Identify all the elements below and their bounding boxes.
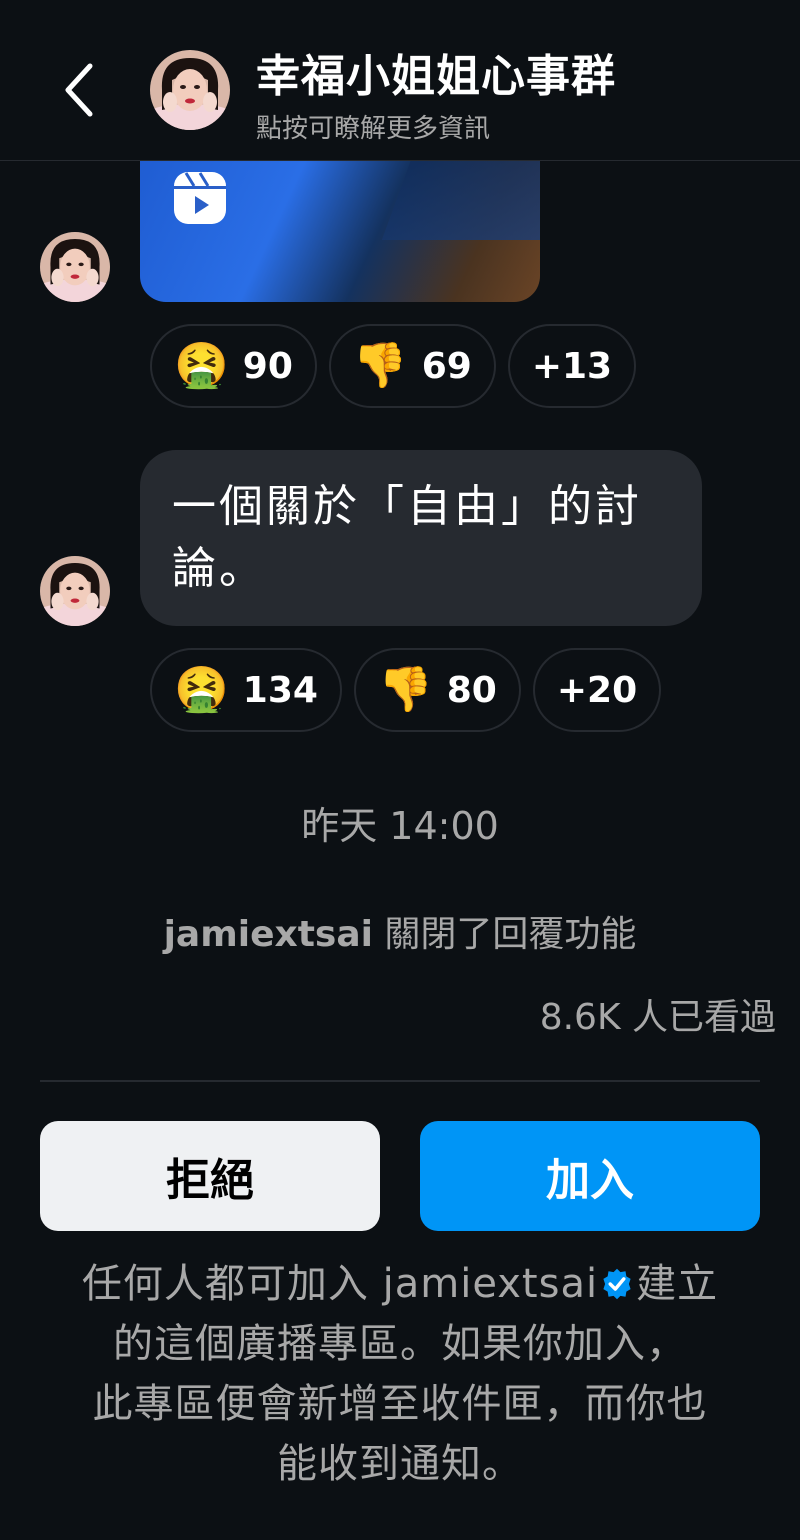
system-message-username[interactable]: jamiextsai <box>164 914 373 955</box>
reaction-bar: 🤮 134 👎 80 +20 <box>150 648 662 732</box>
group-avatar[interactable] <box>150 50 230 130</box>
reaction-thumbs-down[interactable]: 👎 69 <box>328 324 496 408</box>
join-notice: 任何人都可加入 jamiextsai 建立 的這個廣播專區。如果你加入， 此專區便… <box>30 1254 770 1494</box>
reaction-count: 134 <box>242 669 318 711</box>
reaction-more[interactable]: +13 <box>507 324 637 408</box>
group-subtitle[interactable]: 點按可瞭解更多資訊 <box>256 108 490 145</box>
message-text-line: 論。 <box>172 543 266 594</box>
reaction-more-label: +13 <box>531 345 613 387</box>
system-message: jamiextsai 關閉了回覆功能 <box>0 905 800 957</box>
reaction-count: 69 <box>421 345 472 387</box>
vomiting-face-icon: 🤮 <box>174 340 229 391</box>
system-message-text: 關閉了回覆功能 <box>372 914 637 955</box>
reaction-count: 90 <box>242 345 293 387</box>
chevron-left-icon[interactable] <box>52 58 108 122</box>
notice-text: 任何人都可加入 jamiextsai <box>81 1261 599 1307</box>
message-text-line: 一個關於「自由」的討 <box>172 481 642 532</box>
sender-avatar[interactable] <box>40 556 110 626</box>
notice-line: 任何人都可加入 jamiextsai 建立 <box>30 1254 770 1314</box>
sender-avatar[interactable] <box>40 232 110 302</box>
divider <box>40 1080 760 1082</box>
reaction-count: 80 <box>446 669 497 711</box>
chat-header: 幸福小姐姐心事群 點按可瞭解更多資訊 <box>0 0 800 161</box>
reaction-more-label: +20 <box>556 669 638 711</box>
notice-line: 此專區便會新增至收件匣，而你也 <box>92 1381 708 1427</box>
seen-count[interactable]: 8.6K 人已看過 <box>540 988 776 1040</box>
thumbs-down-icon: 👎 <box>352 340 408 391</box>
message-timestamp: 昨天 14:00 <box>301 804 499 848</box>
join-button[interactable]: 加入 <box>420 1121 760 1231</box>
reels-icon <box>172 170 228 226</box>
notice-line: 的這個廣播專區。如果你加入， <box>113 1321 687 1367</box>
thumbs-down-icon: 👎 <box>377 664 433 715</box>
group-title[interactable]: 幸福小姐姐心事群 <box>256 40 616 104</box>
reaction-thumbs-down[interactable]: 👎 80 <box>353 648 521 732</box>
reaction-more[interactable]: +20 <box>532 648 662 732</box>
reaction-vomit[interactable]: 🤮 134 <box>150 648 342 732</box>
decline-button[interactable]: 拒絕 <box>40 1121 380 1231</box>
reaction-vomit[interactable]: 🤮 90 <box>150 324 317 408</box>
message-bubble[interactable]: 一個關於「自由」的討 論。 <box>140 450 702 626</box>
notice-text: 建立 <box>636 1261 719 1307</box>
reaction-bar: 🤮 90 👎 69 +13 <box>150 324 637 408</box>
verified-badge-icon <box>600 1258 634 1300</box>
vomiting-face-icon: 🤮 <box>174 664 229 715</box>
notice-line: 能收到通知。 <box>277 1441 523 1487</box>
